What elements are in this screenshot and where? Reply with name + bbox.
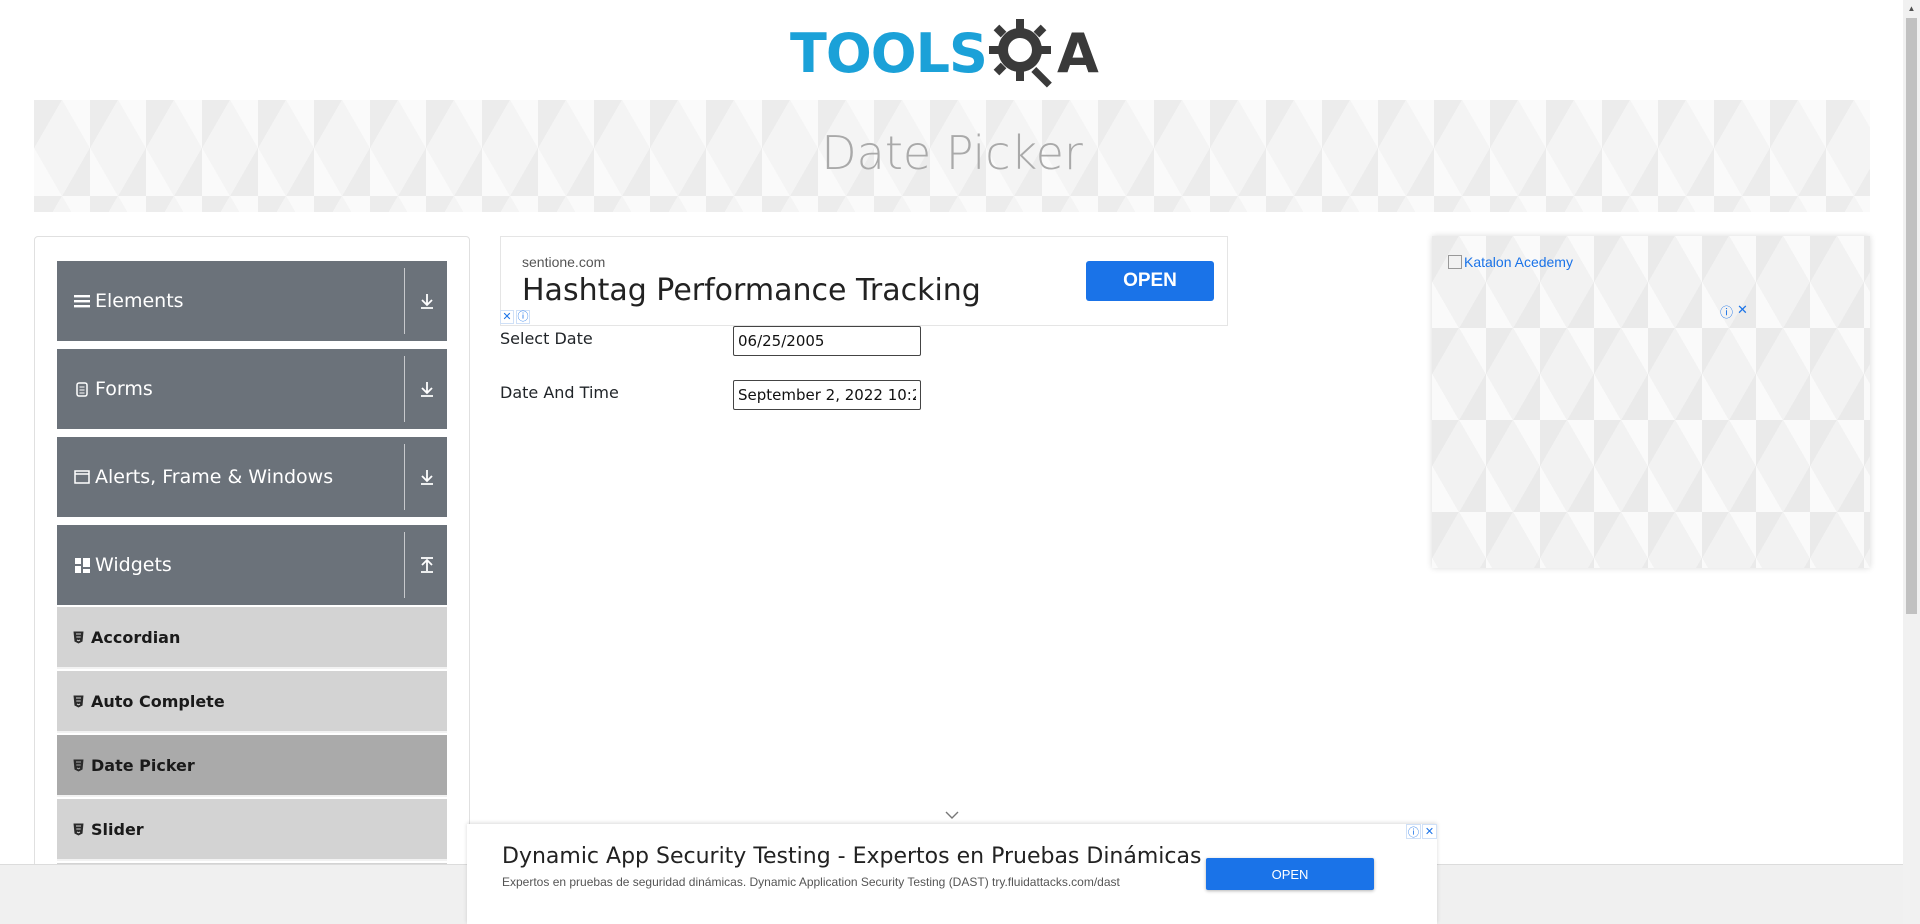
download-arrow-icon[interactable] — [415, 377, 439, 401]
html5-icon — [71, 758, 85, 772]
page: TOOLS A Date Picker Elements Forms Alert… — [0, 0, 1920, 924]
ad-domain: sentione.com — [522, 254, 606, 270]
ad-bottom-open-button[interactable]: OPEN — [1206, 858, 1374, 890]
sidebar-group-alerts[interactable]: Alerts, Frame & Windows — [57, 437, 447, 517]
sidebar-item-auto-complete[interactable]: Auto Complete — [57, 671, 447, 733]
sidebar-item-date-picker[interactable]: Date Picker — [57, 735, 447, 797]
select-date-label: Select Date — [500, 329, 593, 348]
html5-icon — [71, 694, 85, 708]
sidebar-item-label: Auto Complete — [91, 691, 225, 711]
info-icon[interactable]: ⓘ — [516, 310, 530, 324]
scrollbar-thumb[interactable] — [1906, 18, 1917, 614]
sidebar: Elements Forms Alerts, Frame & Windows W… — [34, 236, 470, 924]
divider — [404, 444, 405, 510]
sidebar-group-widgets[interactable]: Widgets — [57, 525, 447, 605]
page-title: Date Picker — [821, 126, 1083, 180]
sidebar-item-slider[interactable]: Slider — [57, 799, 447, 861]
broken-image-alt: Katalon Acedemy — [1464, 254, 1573, 270]
document-icon — [73, 380, 91, 398]
logo-qa: A — [987, 17, 1099, 89]
select-date-input[interactable] — [733, 326, 921, 356]
divider — [404, 532, 405, 598]
html5-icon — [71, 630, 85, 644]
gear-magnifier-icon — [988, 19, 1052, 88]
upload-arrow-icon[interactable] — [415, 553, 439, 577]
date-time-label: Date And Time — [500, 383, 619, 402]
info-icon[interactable]: ⓘ — [1406, 824, 1421, 839]
ad-controls: ⓘ ✕ — [1720, 302, 1748, 321]
ad-bottom[interactable]: Dynamic App Security Testing - Expertos … — [467, 811, 1437, 924]
sidebar-group-label: Widgets — [95, 554, 172, 576]
sidebar-group-forms[interactable]: Forms — [57, 349, 447, 429]
logo-text-tools: TOOLS — [790, 21, 988, 85]
sidebar-item-label: Date Picker — [91, 755, 195, 775]
ad-bottom-headline[interactable]: Dynamic App Security Testing - Expertos … — [502, 844, 1201, 869]
ad-bottom-choices: ⓘ ✕ — [1406, 824, 1437, 839]
hamburger-icon — [73, 292, 91, 310]
date-time-input[interactable] — [733, 380, 921, 410]
sidebar-group-label: Forms — [95, 378, 153, 400]
sidebar-group-label: Alerts, Frame & Windows — [95, 466, 334, 488]
ad-headline[interactable]: Hashtag Performance Tracking — [522, 273, 981, 308]
close-icon[interactable]: ✕ — [1737, 302, 1748, 321]
sidebar-item-label: Slider — [91, 819, 144, 839]
html5-icon — [71, 822, 85, 836]
toolsqa-logo[interactable]: TOOLS A — [790, 14, 1099, 92]
broken-image-icon — [1448, 255, 1462, 269]
widgets-icon — [73, 556, 91, 574]
logo-text-a: A — [1056, 21, 1099, 85]
sidebar-group-elements[interactable]: Elements — [57, 261, 447, 341]
ad-top[interactable]: sentione.com Hashtag Performance Trackin… — [500, 236, 1228, 326]
scroll-up-arrow-icon[interactable]: ▲ — [1906, 2, 1917, 14]
divider — [404, 268, 405, 334]
broken-image[interactable]: Katalon Acedemy — [1448, 254, 1573, 270]
sidebar-item-accordian[interactable]: Accordian — [57, 607, 447, 669]
sidebar-item-label: Accordian — [91, 627, 181, 647]
ad-choices: ✕ ⓘ — [500, 310, 530, 324]
ad-bottom-description: Expertos en pruebas de seguridad dinámic… — [502, 875, 1120, 889]
close-icon[interactable]: ✕ — [1422, 824, 1437, 839]
info-icon[interactable]: ⓘ — [1720, 302, 1733, 321]
sidebar-group-label: Elements — [95, 290, 184, 312]
ad-right[interactable]: Katalon Acedemy ⓘ ✕ — [1432, 236, 1870, 568]
download-arrow-icon[interactable] — [415, 289, 439, 313]
download-arrow-icon[interactable] — [415, 465, 439, 489]
ad-open-button[interactable]: OPEN — [1086, 261, 1214, 301]
window-icon — [73, 468, 91, 486]
page-banner: Date Picker — [34, 100, 1870, 212]
chevron-down-icon[interactable] — [942, 808, 962, 822]
divider — [404, 356, 405, 422]
close-icon[interactable]: ✕ — [500, 310, 514, 324]
